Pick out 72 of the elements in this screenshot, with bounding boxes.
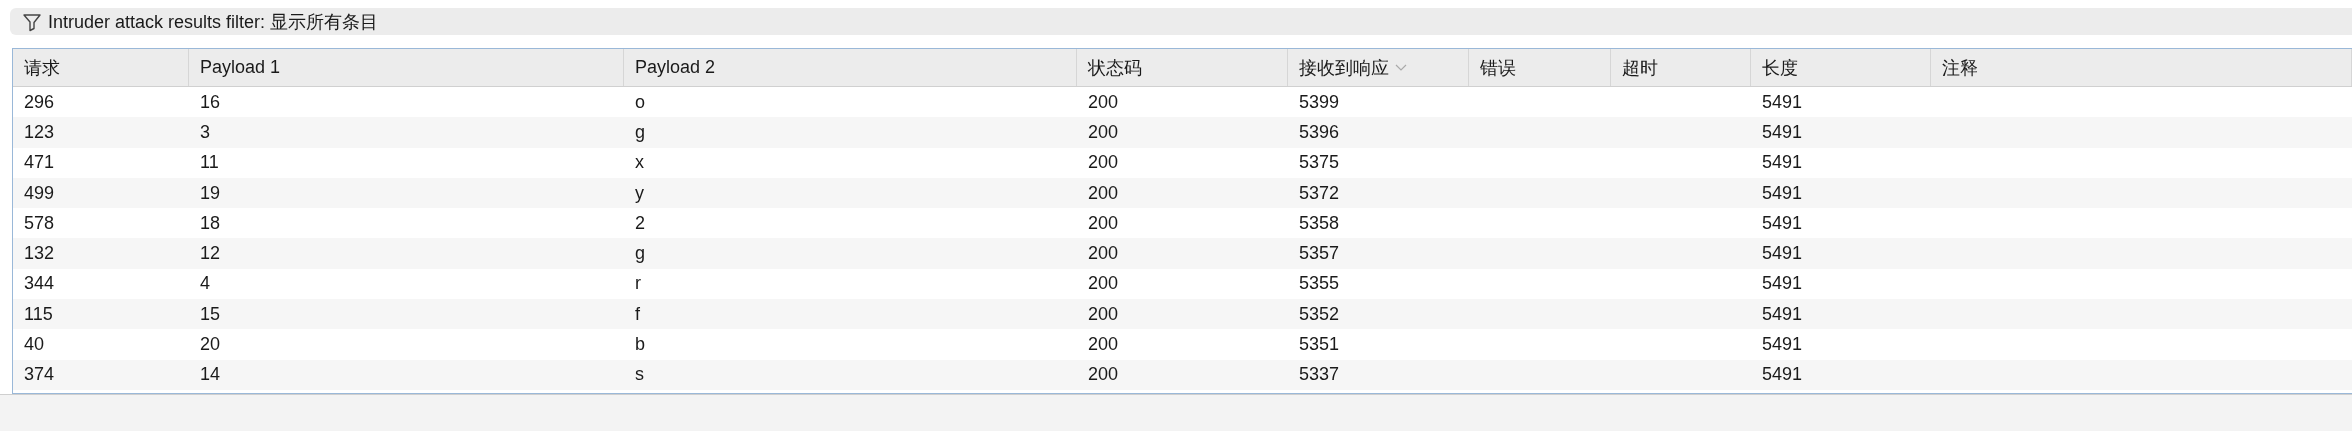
table-cell: y [635, 182, 644, 203]
column-header[interactable]: Payload 1 [189, 49, 624, 86]
column-header[interactable]: 接收到响应 [1288, 49, 1469, 86]
table-cell: g [635, 121, 645, 142]
table-cell: 200 [1088, 212, 1119, 233]
table-cell: o [635, 91, 645, 112]
table-cell: f [635, 303, 640, 324]
table-cell: 5491 [1762, 364, 1803, 385]
table-cell: 18 [200, 212, 221, 233]
column-header[interactable]: 注释 [1931, 49, 2352, 86]
table-cell: 200 [1088, 334, 1119, 354]
table-cell: 200 [1088, 91, 1119, 112]
table-cell: 578 [24, 212, 55, 233]
table-cell: r [635, 273, 641, 294]
table-cell: 471 [24, 152, 55, 173]
table-cell: 296 [24, 91, 55, 112]
table-cell: g [635, 243, 645, 264]
table-cell: 5337 [1299, 364, 1340, 385]
table-cell: 200 [1088, 121, 1119, 142]
table-cell: 5491 [1762, 243, 1803, 264]
table-cell: 12 [200, 243, 221, 264]
table-cell: 5491 [1762, 152, 1803, 173]
table-cell: 499 [24, 182, 55, 203]
table-cell: 2 [635, 212, 645, 233]
table-cell: 200 [1088, 364, 1119, 385]
table-cell: s [635, 364, 644, 385]
table-cell: 40 [24, 334, 45, 354]
table-cell: 5375 [1299, 152, 1340, 173]
table-cell: 5491 [1762, 182, 1803, 203]
table-cell: 5491 [1762, 303, 1803, 324]
filter-label: Intruder attack results filter: 显示所有条目 [48, 10, 379, 34]
table-cell: 200 [1088, 303, 1119, 324]
column-header[interactable]: 长度 [1751, 49, 1931, 86]
table-cell: 5491 [1762, 121, 1803, 142]
table-cell: 19 [200, 182, 221, 203]
table-cell: 5399 [1299, 91, 1340, 112]
table-cell: 5491 [1762, 334, 1803, 354]
table-cell: 15 [200, 303, 221, 324]
table-cell: 5491 [1762, 273, 1803, 294]
column-header[interactable]: Payload 2 [624, 49, 1077, 86]
table-cell: 5396 [1299, 121, 1340, 142]
table-cell: 374 [24, 364, 55, 385]
table-cell: 200 [1088, 182, 1119, 203]
table-cell: 5491 [1762, 212, 1803, 233]
column-header[interactable]: 状态码 [1077, 49, 1288, 86]
table-cell: 16 [200, 91, 221, 112]
table-cell: 5352 [1299, 303, 1340, 324]
table-cell: 115 [24, 303, 53, 324]
table-cell: 4 [200, 273, 210, 294]
table-cell: 5351 [1299, 334, 1340, 354]
column-header[interactable]: 错误 [1469, 49, 1611, 86]
table-cell: 3 [200, 121, 210, 142]
filter-bar[interactable]: Intruder attack results filter: 显示所有条目 [10, 8, 2352, 35]
table-cell: 5358 [1299, 212, 1340, 233]
table-cell: 344 [24, 273, 55, 294]
filter-icon [22, 11, 42, 32]
table-cell: 200 [1088, 152, 1119, 173]
table-cell: 20 [200, 334, 221, 354]
table-cell: 5355 [1299, 273, 1340, 294]
table-cell: 5357 [1299, 243, 1340, 264]
column-header[interactable]: 请求 [13, 49, 189, 86]
table-cell: 11 [200, 152, 219, 173]
table-cell: 200 [1088, 273, 1119, 294]
table-cell: x [635, 152, 644, 173]
table-cell: 200 [1088, 243, 1119, 264]
table-cell: 14 [200, 364, 221, 385]
table-cell: 132 [24, 243, 55, 264]
table-cell: 5491 [1762, 91, 1803, 112]
table-cell: b [635, 334, 645, 354]
column-header[interactable]: 超时 [1611, 49, 1751, 86]
table-cell: 123 [24, 121, 55, 142]
table-cell: 5372 [1299, 182, 1340, 203]
